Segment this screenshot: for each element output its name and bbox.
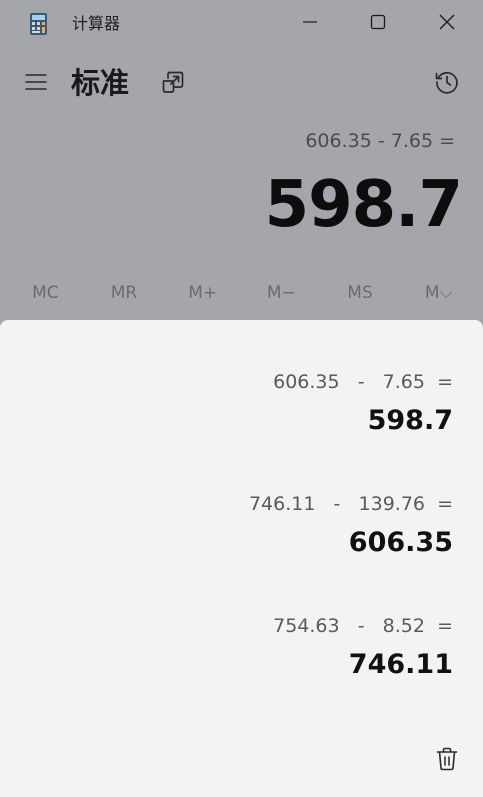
navigation-menu-button[interactable] xyxy=(16,66,56,102)
history-item[interactable]: 606.35 - 7.65 = 598.7 xyxy=(273,369,453,439)
close-icon xyxy=(439,14,455,34)
trash-icon xyxy=(436,747,458,775)
maximize-button[interactable] xyxy=(344,0,412,48)
memory-row: MC MR M+ M− MS M⌵ xyxy=(6,276,478,310)
history-expression: 606.35 - 7.65 = xyxy=(273,371,453,393)
memory-store-button[interactable]: MS xyxy=(321,276,400,310)
memory-subtract-button[interactable]: M− xyxy=(242,276,321,310)
history-button[interactable] xyxy=(428,66,466,102)
keep-on-top-icon xyxy=(161,70,185,98)
history-result: 746.11 xyxy=(348,649,453,680)
mode-title: 标准 xyxy=(71,66,130,100)
history-result: 606.35 xyxy=(348,527,453,558)
history-expression: 746.11 - 139.76 = xyxy=(248,493,453,515)
history-item[interactable]: 754.63 - 8.52 = 746.11 xyxy=(273,613,453,683)
keep-on-top-button[interactable] xyxy=(156,67,190,101)
minimize-button[interactable] xyxy=(276,0,344,48)
history-item[interactable]: 746.11 - 139.76 = 606.35 xyxy=(249,491,453,561)
result-display: 598.7 xyxy=(264,168,463,242)
calculator-app-icon xyxy=(30,13,47,35)
history-icon xyxy=(434,69,460,99)
history-result: 598.7 xyxy=(367,405,453,436)
current-expression: 606.35 - 7.65 = xyxy=(305,130,455,152)
title-bar: 计算器 xyxy=(0,0,483,48)
close-button[interactable] xyxy=(413,0,481,48)
hamburger-icon xyxy=(25,73,47,95)
memory-list-button[interactable]: M⌵ xyxy=(399,276,478,310)
minimize-icon xyxy=(302,14,318,34)
history-expression: 754.63 - 8.52 = xyxy=(273,615,453,637)
window-title: 计算器 xyxy=(72,14,121,33)
clear-history-button[interactable] xyxy=(428,743,466,779)
memory-recall-button[interactable]: MR xyxy=(85,276,164,310)
memory-add-button[interactable]: M+ xyxy=(163,276,242,310)
maximize-icon xyxy=(370,14,386,34)
memory-clear-button[interactable]: MC xyxy=(6,276,85,310)
